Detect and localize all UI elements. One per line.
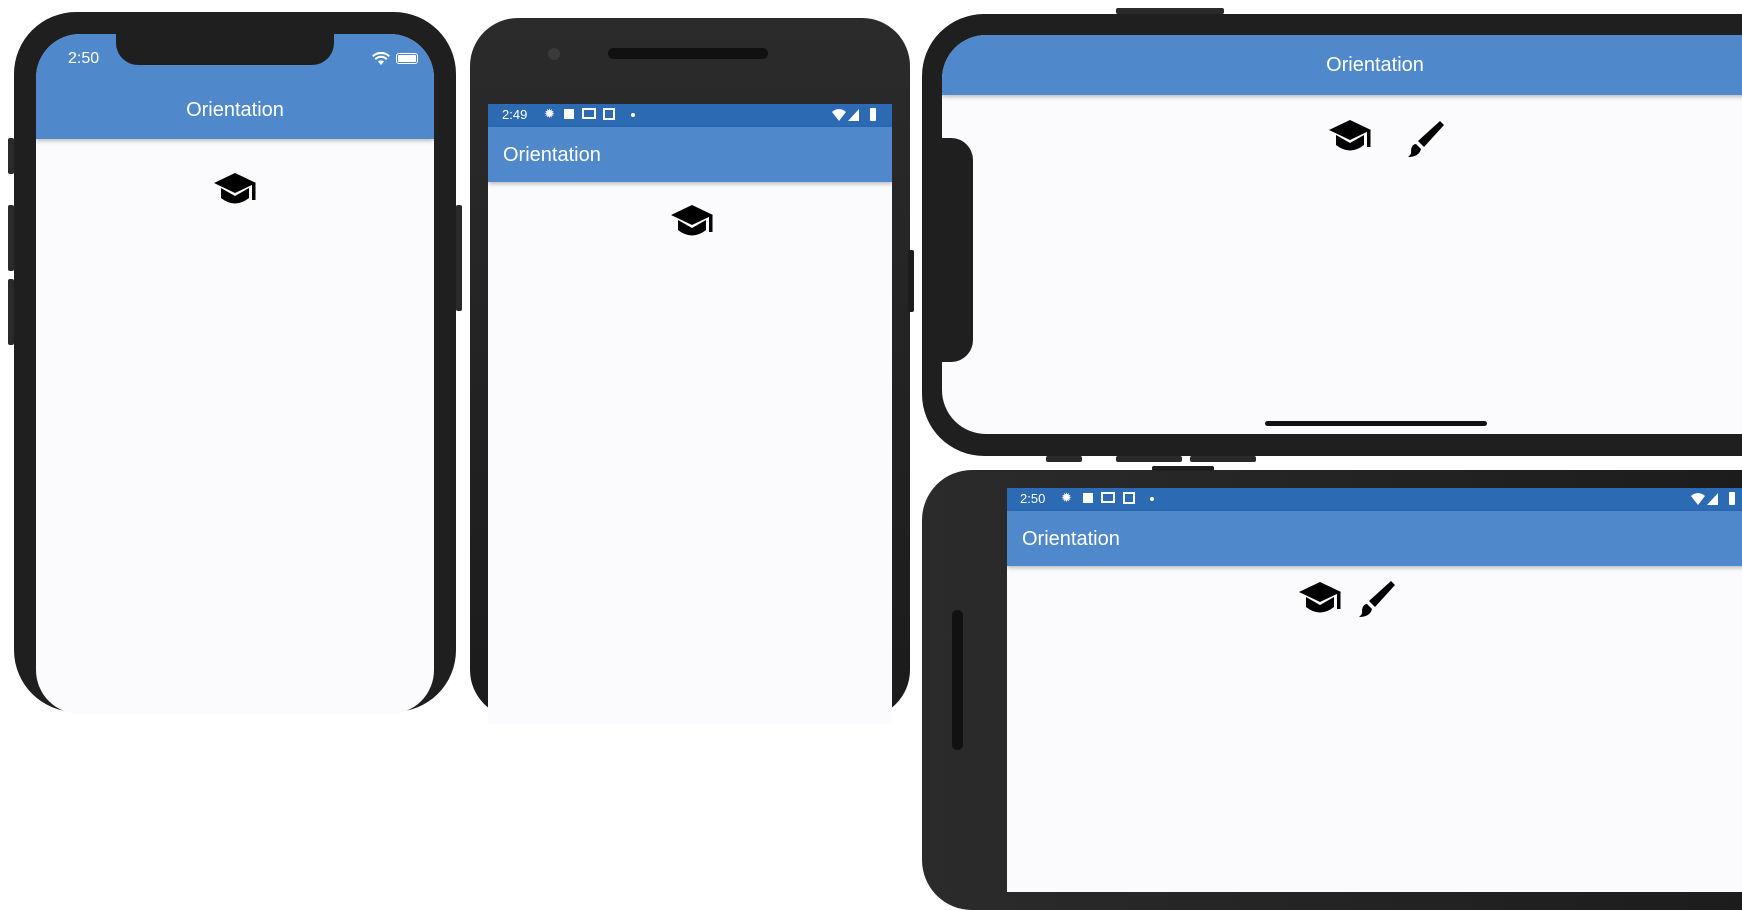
iphone-landscape-device: Orientation: [922, 8, 1742, 462]
power-button: [1116, 8, 1224, 14]
notch: [116, 34, 334, 65]
status-time: 2:50: [68, 50, 100, 67]
wifi-icon: [1691, 493, 1705, 505]
battery-icon: [870, 108, 876, 121]
settings-icon: ✹: [1061, 490, 1072, 505]
speaker-grille: [952, 610, 963, 750]
volume-up-button: [8, 205, 14, 271]
android-landscape-screen: 2:50 ✹ Orientation: [1007, 488, 1742, 892]
wifi-icon: [372, 52, 390, 65]
app-bar-title: Orientation: [1326, 54, 1424, 76]
android-landscape-device: 2:50 ✹ Orientation: [922, 466, 1742, 910]
signal-icon: [1707, 493, 1718, 505]
app-bar: Orientation: [488, 127, 892, 182]
signal-icon: [848, 109, 859, 121]
paintbrush-icon: [1408, 121, 1444, 157]
silent-switch: [1046, 456, 1082, 462]
volume-up-button: [1116, 456, 1182, 462]
a-icon: [564, 109, 574, 119]
home-indicator[interactable]: [1265, 421, 1487, 426]
app-bar: Orientation: [942, 35, 1742, 95]
volume-down-button: [1190, 456, 1256, 462]
calendar-icon: [603, 108, 615, 120]
wifi-icon: [832, 109, 846, 121]
dot-icon: [1150, 497, 1154, 501]
app-bar: Orientation: [1007, 511, 1742, 566]
graduation-cap-icon: [671, 205, 713, 236]
dot-icon: [631, 113, 635, 117]
front-camera: [548, 48, 560, 60]
iphone-portrait-device: 2:50 Orientation: [8, 12, 462, 714]
battery-icon: [1729, 492, 1735, 505]
silent-switch: [8, 138, 14, 174]
android-portrait-screen: 2:49 ✹ Orientation: [488, 104, 892, 724]
power-button: [456, 205, 462, 311]
graduation-cap-icon: [1299, 582, 1341, 613]
paintbrush-icon: [1359, 581, 1395, 617]
status-bar: 2:49 ✹: [488, 104, 892, 127]
app-bar-title: Orientation: [1022, 528, 1120, 550]
volume-down-button: [8, 279, 14, 345]
volume-button: [908, 250, 914, 312]
photo-icon: [582, 108, 596, 119]
status-time: 2:49: [502, 107, 528, 122]
android-portrait-device: 2:49 ✹ Orientation: [470, 18, 914, 724]
iphone-landscape-screen: Orientation: [942, 35, 1742, 434]
status-bar: 2:50 ✹: [1007, 488, 1742, 511]
photo-icon: [1101, 492, 1115, 503]
speaker-grille: [608, 48, 768, 59]
calendar-icon: [1123, 492, 1135, 504]
app-bar-title: Orientation: [186, 99, 284, 121]
settings-icon: ✹: [544, 106, 555, 121]
iphone-portrait-screen: 2:50 Orientation: [36, 34, 434, 714]
status-time: 2:50: [1020, 491, 1046, 506]
top-button: [1152, 466, 1214, 471]
app-bar-title: Orientation: [503, 144, 601, 166]
battery-icon: [396, 53, 418, 64]
graduation-cap-icon: [214, 173, 256, 204]
a-icon: [1083, 493, 1093, 503]
graduation-cap-icon: [1329, 120, 1371, 151]
notch: [942, 138, 973, 362]
